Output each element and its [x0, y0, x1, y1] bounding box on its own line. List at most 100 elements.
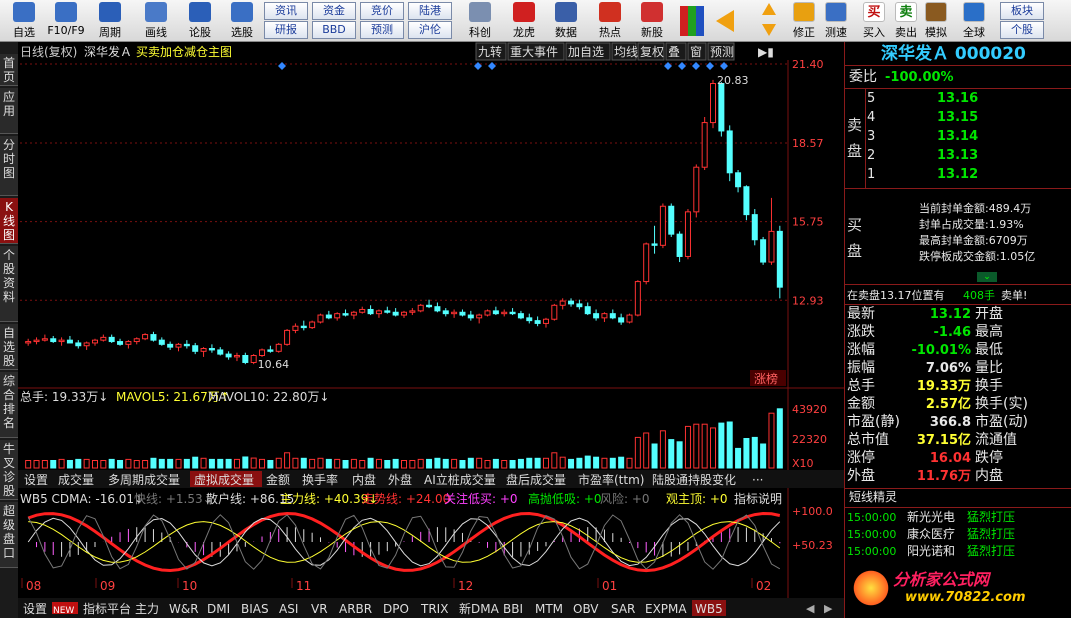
toolbar-btn3-4[interactable]: 模拟 — [920, 2, 952, 40]
indicator-tab2-15[interactable]: OBV — [573, 602, 599, 616]
quote-value: 11.76万 — [916, 469, 971, 484]
chart-btn-3[interactable]: 均线 — [614, 45, 638, 59]
toolbar-btn-1[interactable]: F10/F9 — [46, 2, 86, 40]
indicator-tab-6[interactable]: 内盘 — [352, 472, 376, 487]
indicator-tab2-14[interactable]: MTM — [535, 602, 563, 616]
indicator-tab2-17[interactable]: EXPMA — [645, 602, 687, 616]
indicator-tab2-9[interactable]: ARBR — [339, 602, 372, 616]
chart-btn-6[interactable]: 窗 — [690, 45, 702, 59]
short-name[interactable]: 阳光诺和 — [907, 543, 955, 560]
indicator-tab-11[interactable]: 陆股通持股变化 — [652, 472, 736, 487]
indicator-tab-5[interactable]: 换手率 — [302, 472, 338, 487]
toolbar-btn3-0[interactable]: 修正 — [788, 2, 820, 40]
toolbar-small-btn-5[interactable]: BBD — [312, 21, 356, 39]
indicator-tab-2[interactable]: 多周期成交量 — [108, 472, 180, 487]
indicator-tab2-8[interactable]: VR — [311, 602, 328, 616]
indicator-tab-1[interactable]: 成交量 — [58, 472, 94, 487]
sell-price[interactable]: 13.16 — [937, 90, 978, 107]
toolbar-btn3-3[interactable]: 卖卖出 — [890, 2, 922, 40]
volume-bar — [409, 460, 416, 469]
indicator-tab2-2[interactable]: 指标平台 — [83, 601, 131, 616]
indicator-tab-10[interactable]: 市盈率(ttm) — [578, 472, 644, 487]
scroll-left-icon[interactable]: ◀ — [806, 602, 815, 615]
chevron-down-icon[interactable]: ⌄ — [977, 272, 997, 282]
indicator-tab-0[interactable]: 设置 — [24, 473, 48, 487]
left-tab-8[interactable]: 超级盘口 — [0, 502, 18, 568]
sell-price[interactable]: 13.13 — [937, 147, 978, 164]
left-tab-7[interactable]: 牛叉诊股 — [0, 440, 18, 500]
toolbar-right-btn-1[interactable]: 个股 — [1000, 21, 1044, 39]
indicator-tab2-5[interactable]: DMI — [207, 602, 230, 616]
down-arrow-icon[interactable] — [762, 24, 776, 36]
chart-nav-icon[interactable]: ▶▮ — [758, 45, 774, 59]
toolbar-btn3-5[interactable]: 全球 — [958, 2, 990, 40]
color-grid-icon[interactable] — [680, 6, 704, 36]
indicator-tab2-18[interactable]: WB5 — [695, 602, 723, 616]
toolbar-btn-5[interactable]: 选股 — [222, 2, 262, 40]
toolbar-small-btn-0[interactable]: 资讯 — [264, 2, 308, 20]
toolbar-small-btn-2[interactable]: 竞价 — [360, 2, 404, 20]
toolbar-btn-4[interactable]: 论股 — [180, 2, 220, 40]
scroll-right-icon[interactable]: ▶ — [824, 602, 833, 615]
toolbar-small-btn-6[interactable]: 预测 — [360, 21, 404, 39]
toolbar-small-btn-1[interactable]: 资金 — [312, 2, 356, 20]
chart-btn-2[interactable]: 加自选 — [568, 45, 604, 59]
toolbar-right-btn-0[interactable]: 板块 — [1000, 2, 1044, 20]
volume-bar — [618, 456, 625, 469]
sell-price[interactable]: 13.14 — [937, 128, 978, 145]
short-name[interactable]: 新光光电 — [907, 509, 955, 526]
indicator-tab2-11[interactable]: TRIX — [420, 602, 448, 616]
short-name[interactable]: 康众医疗 — [907, 526, 955, 543]
toolbar-small-btn-7[interactable]: 沪伦 — [408, 21, 452, 39]
indicator-tab2-3[interactable]: 主力 — [135, 602, 159, 616]
left-tab-4[interactable]: 个股资料 — [0, 246, 18, 322]
toolbar-btn-3[interactable]: 画线 — [136, 2, 176, 40]
candle-body — [142, 334, 149, 340]
indicator-tab-3[interactable]: 虚拟成交量 — [194, 472, 254, 487]
chart-btn-5[interactable]: 叠 — [668, 45, 680, 59]
toolbar-btn2-1[interactable]: 龙虎 — [504, 2, 544, 40]
chart-btn-1[interactable]: 重大事件 — [510, 45, 558, 59]
indicator-tab2-16[interactable]: SAR — [611, 602, 635, 616]
indicator-tab-12[interactable]: ··· — [752, 473, 763, 487]
indicator-tab2-6[interactable]: BIAS — [241, 602, 269, 616]
toolbar-btn2-3[interactable]: 热点 — [590, 2, 630, 40]
left-tab-5[interactable]: 自选股 — [0, 324, 18, 370]
left-tab-2[interactable]: 分时图 — [0, 136, 18, 196]
indicator-tab2-1[interactable]: NEW — [53, 606, 74, 616]
toolbar-btn2-4[interactable]: 新股 — [632, 2, 672, 40]
left-tab-6[interactable]: 综合排名 — [0, 372, 18, 438]
indicator-tab2-10[interactable]: DPO — [383, 602, 409, 616]
toolbar-btn-0[interactable]: 自选 — [4, 2, 44, 40]
indicator-tab2-12[interactable]: 新DMA — [459, 601, 500, 616]
chart-btn-4[interactable]: 复权 — [640, 45, 664, 59]
sell-price[interactable]: 13.12 — [937, 166, 978, 183]
toolbar-small-btn-3[interactable]: 陆港 — [408, 2, 452, 20]
sell-price[interactable]: 13.15 — [937, 109, 978, 126]
toolbar-btn2-2[interactable]: 数据 — [546, 2, 586, 40]
indicator-tab-7[interactable]: 外盘 — [388, 472, 412, 487]
left-tab-0[interactable]: 首页 — [0, 54, 18, 86]
toolbar-btn3-1[interactable]: 测速 — [820, 2, 852, 40]
left-tab-1[interactable]: 应用 — [0, 88, 18, 134]
back-arrow-icon[interactable] — [716, 10, 734, 32]
toolbar-btn3-2[interactable]: 买买入 — [858, 2, 890, 40]
indicator-tab-4[interactable]: 金额 — [266, 472, 290, 487]
indicator-tab2-7[interactable]: ASI — [279, 602, 298, 616]
indicator-tab-9[interactable]: 盘后成交量 — [506, 472, 566, 487]
toolbar-btn2-0[interactable]: 科创 — [460, 2, 500, 40]
candle-body — [384, 310, 391, 313]
rank-badge[interactable]: 涨榜 — [754, 371, 778, 386]
up-arrow-icon[interactable] — [762, 3, 776, 15]
left-tab-3[interactable]: K线图 — [0, 198, 18, 244]
toolbar-small-btn-4[interactable]: 研报 — [264, 21, 308, 39]
indicator-tab2-13[interactable]: BBI — [503, 602, 523, 616]
chart-svg[interactable]: 日线(复权) 深华发Ａ 买卖加仓减仓主图 九转 重大事件 加自选 均线 复权叠窗预测 ▶▮21.… — [18, 42, 844, 618]
chart-btn-7[interactable]: 预测 — [710, 45, 734, 59]
indicator-tab2-4[interactable]: W&R — [169, 602, 199, 616]
candle-body — [442, 310, 449, 315]
chart-btn-0[interactable]: 九转 — [478, 44, 502, 59]
indicator-tab2-0[interactable]: 设置 — [23, 602, 47, 616]
toolbar-btn-2[interactable]: 周期 — [90, 2, 130, 40]
indicator-tab-8[interactable]: AI立桩成交量 — [424, 472, 496, 487]
